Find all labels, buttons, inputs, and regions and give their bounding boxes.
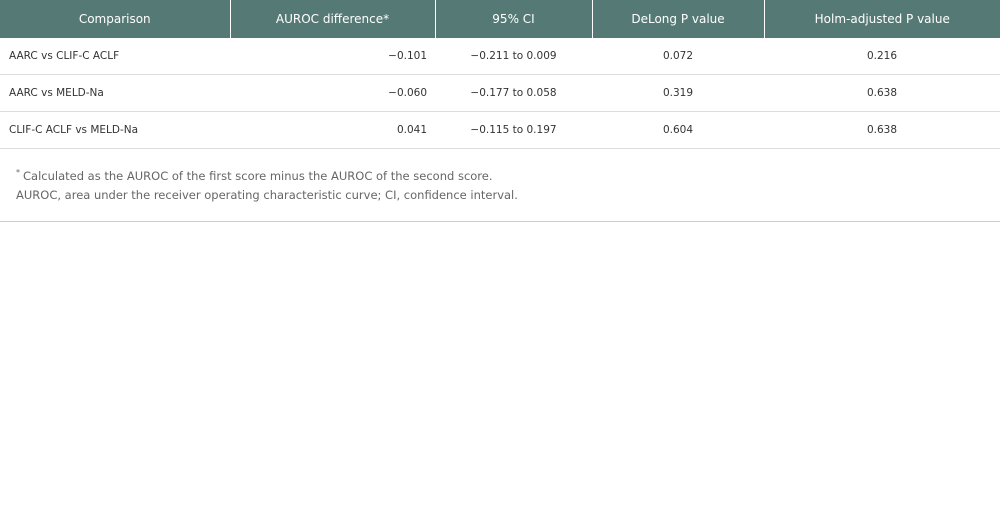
- table-footnotes: * Calculated as the AUROC of the first sc…: [0, 149, 1000, 222]
- cell-auroc-difference: −0.060: [230, 74, 435, 112]
- cell-auroc-difference: −0.101: [230, 38, 435, 75]
- footnote-line-2: AUROC, area under the receiver operating…: [16, 186, 1000, 205]
- table-row: AARC vs MELD-Na −0.060 −0.177 to 0.058 0…: [0, 74, 1000, 112]
- cell-delong-p: 0.604: [592, 111, 764, 149]
- cell-comparison: CLIF-C ACLF vs MELD-Na: [0, 111, 230, 149]
- table-header-row: Comparison AUROC difference* 95% CI DeLo…: [0, 0, 1000, 38]
- table-row: CLIF-C ACLF vs MELD-Na 0.041 −0.115 to 0…: [0, 111, 1000, 149]
- table-row: AARC vs CLIF-C ACLF −0.101 −0.211 to 0.0…: [0, 38, 1000, 75]
- cell-delong-p: 0.319: [592, 74, 764, 112]
- cell-comparison: AARC vs CLIF-C ACLF: [0, 38, 230, 75]
- cell-holm-p: 0.216: [764, 38, 1000, 75]
- comparison-table: Comparison AUROC difference* 95% CI DeLo…: [0, 0, 1000, 149]
- cell-95-ci: −0.115 to 0.197: [435, 111, 592, 149]
- header-auroc-difference: AUROC difference*: [229, 0, 435, 38]
- footnote-text-1: Calculated as the AUROC of the first sco…: [23, 169, 493, 183]
- cell-95-ci: −0.177 to 0.058: [435, 74, 592, 112]
- footnote-line-1: * Calculated as the AUROC of the first sc…: [16, 163, 1000, 186]
- footnote-marker: *: [16, 168, 20, 177]
- results-table-container: Comparison AUROC difference* 95% CI DeLo…: [0, 0, 1000, 222]
- footnote-text-2: AUROC, area under the receiver operating…: [16, 188, 518, 202]
- cell-comparison: AARC vs MELD-Na: [0, 74, 230, 112]
- header-95-ci: 95% CI: [434, 0, 592, 38]
- cell-holm-p: 0.638: [764, 111, 1000, 149]
- cell-95-ci: −0.211 to 0.009: [435, 38, 592, 75]
- header-comparison: Comparison: [0, 0, 230, 38]
- header-holm-p: Holm-adjusted P value: [763, 0, 1000, 38]
- cell-delong-p: 0.072: [592, 38, 764, 75]
- header-delong-p: DeLong P value: [591, 0, 764, 38]
- cell-auroc-difference: 0.041: [230, 111, 435, 149]
- cell-holm-p: 0.638: [764, 74, 1000, 112]
